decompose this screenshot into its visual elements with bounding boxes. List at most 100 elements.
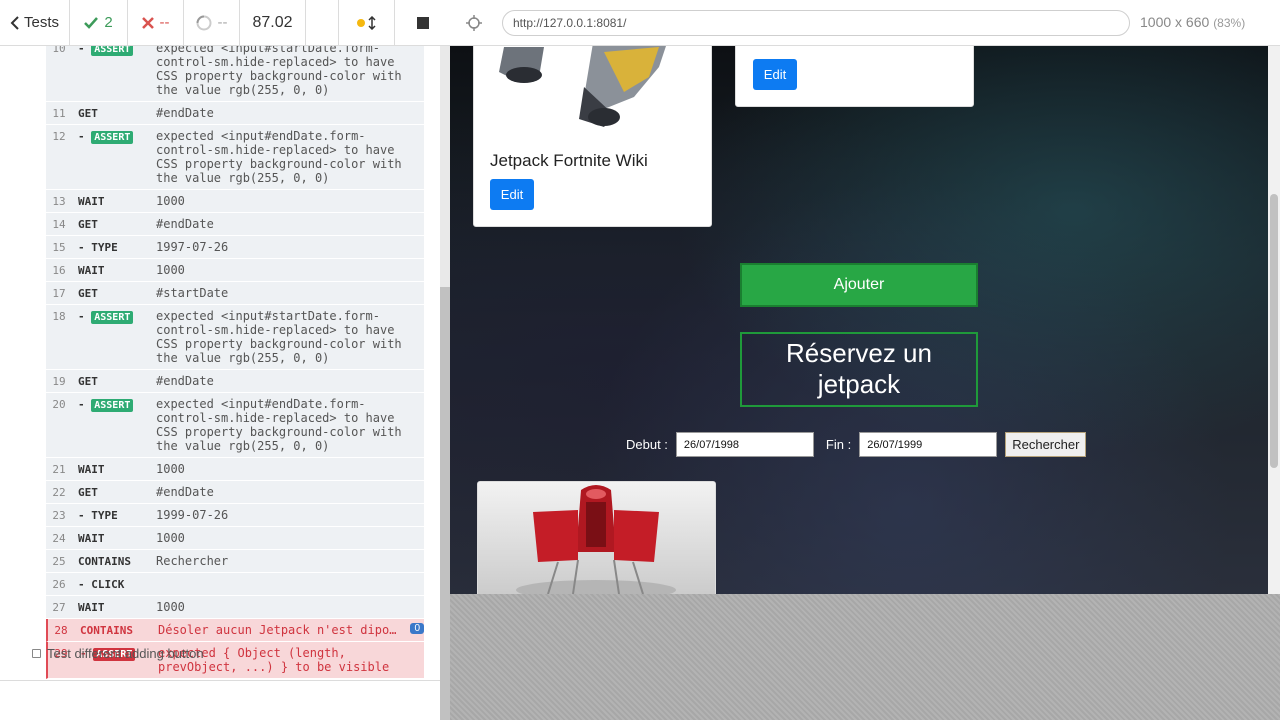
- command-number: 28: [54, 624, 68, 637]
- reporter-scrollbar-thumb[interactable]: [440, 287, 450, 720]
- assert-badge: ASSERT: [91, 46, 134, 56]
- passed-stat: 2: [70, 0, 128, 45]
- command-message: #startDate: [156, 286, 229, 300]
- start-date-input[interactable]: 26/07/1998: [675, 432, 814, 457]
- tests-back-button[interactable]: Tests: [0, 0, 70, 45]
- failed-stat: --: [128, 0, 184, 45]
- command-row[interactable]: 10- ASSERT expected <input#startDate.form…: [46, 46, 424, 102]
- reserve-heading: Réservez un jetpack: [740, 332, 978, 407]
- assert-badge: ASSERT: [91, 399, 134, 412]
- stop-button[interactable]: [394, 0, 450, 46]
- app-under-test: Jetpack Fortnite Wiki Edit Edit Ajouter …: [450, 46, 1280, 594]
- command-message: #endDate: [156, 106, 214, 120]
- command-number: 18: [52, 310, 66, 323]
- spinner-icon: [196, 15, 211, 30]
- child-dash: -: [78, 130, 92, 143]
- command-name: CONTAINS: [78, 555, 131, 568]
- test-item-test-different[interactable]: Test different adding button: [32, 646, 204, 661]
- command-row[interactable]: 24 WAIT 1000: [46, 527, 424, 550]
- command-name: GET: [78, 486, 98, 499]
- command-message: Désoler aucun Jetpack n'est dipo…: [158, 623, 397, 637]
- failed-count: --: [159, 14, 170, 31]
- command-row[interactable]: 27 WAIT 1000: [46, 596, 424, 619]
- command-message: expected <input#endDate.form-control-sm.…: [156, 397, 402, 453]
- command-row[interactable]: 22 GET #endDate: [46, 481, 424, 504]
- command-row[interactable]: 26 - CLICK: [46, 573, 424, 596]
- command-number: 13: [52, 195, 66, 208]
- command-number: 12: [52, 130, 66, 143]
- edit-button[interactable]: Edit: [753, 59, 797, 90]
- card-title: Jetpack Fortnite Wiki: [490, 151, 648, 170]
- command-name: GET: [78, 107, 98, 120]
- command-row[interactable]: 13 WAIT 1000: [46, 190, 424, 213]
- aut-scrollbar[interactable]: [1268, 46, 1280, 594]
- command-number: 14: [52, 218, 66, 231]
- stop-icon: [416, 16, 429, 29]
- command-row[interactable]: 20- ASSERT expected <input#endDate.form-c…: [46, 393, 424, 458]
- passed-count: 2: [104, 14, 113, 31]
- command-number: 15: [52, 241, 66, 254]
- auto-scroll-toggle[interactable]: [338, 0, 394, 46]
- command-message: Rechercher: [156, 554, 229, 568]
- jetpack-card: [477, 481, 716, 594]
- child-dash: -: [78, 310, 92, 323]
- child-dash: -: [78, 398, 92, 411]
- command-row[interactable]: 16 WAIT 1000: [46, 259, 424, 282]
- command-number: 10: [52, 46, 66, 55]
- command-number: 19: [52, 375, 66, 388]
- command-message: 1000: [156, 462, 185, 476]
- jetpack-image: [499, 46, 666, 127]
- aut-scrollbar-thumb[interactable]: [1270, 194, 1278, 468]
- command-number: 24: [52, 532, 66, 545]
- ajouter-button[interactable]: Ajouter: [740, 263, 978, 307]
- command-name: WAIT: [78, 264, 105, 277]
- command-name: GET: [78, 375, 98, 388]
- command-name: GET: [78, 218, 98, 231]
- reporter-header: Tests 2 -- -- 87.02: [0, 0, 450, 46]
- selector-playground-button[interactable]: [450, 0, 498, 46]
- command-message: #endDate: [156, 374, 214, 388]
- test-title: Test different adding button: [47, 646, 204, 661]
- fin-label: Fin :: [825, 437, 852, 452]
- url-bar[interactable]: http://127.0.0.1:8081/: [502, 10, 1130, 36]
- assert-badge: ASSERT: [91, 311, 134, 324]
- command-row[interactable]: 12- ASSERT expected <input#endDate.form-c…: [46, 125, 424, 190]
- pending-count: --: [217, 14, 228, 31]
- command-number: 11: [52, 107, 66, 120]
- command-row[interactable]: 11 GET #endDate: [46, 102, 424, 125]
- command-row[interactable]: 21 WAIT 1000: [46, 458, 424, 481]
- aut-header: http://127.0.0.1:8081/ 1000 x 660 (83%): [450, 0, 1280, 46]
- command-message: expected <input#startDate.form-control-s…: [156, 309, 402, 365]
- viewport-info: 1000 x 660 (83%): [1140, 14, 1245, 30]
- command-name: WAIT: [78, 532, 105, 545]
- edit-button[interactable]: Edit: [490, 179, 534, 210]
- command-name: GET: [78, 287, 98, 300]
- element-count-badge: 0: [410, 623, 424, 634]
- jetpack-card: Edit: [735, 46, 974, 107]
- command-row[interactable]: 19 GET #endDate: [46, 370, 424, 393]
- command-name: - ASSERT: [72, 129, 156, 144]
- command-number: 26: [52, 578, 66, 591]
- tests-label: Tests: [23, 14, 59, 31]
- command-number: 21: [52, 463, 66, 476]
- command-row[interactable]: 18- ASSERT expected <input#startDate.form…: [46, 305, 424, 370]
- assert-badge: ASSERT: [91, 131, 134, 144]
- chevron-left-icon: [10, 15, 19, 30]
- command-name: WAIT: [78, 601, 105, 614]
- command-message: #endDate: [156, 217, 214, 231]
- command-row[interactable]: 14 GET #endDate: [46, 213, 424, 236]
- command-row[interactable]: 28 CONTAINS Désoler aucun Jetpack n'est di…: [46, 619, 424, 642]
- command-number: 23: [52, 509, 66, 522]
- jetpack-card: Jetpack Fortnite Wiki Edit: [473, 46, 712, 227]
- rechercher-button[interactable]: Rechercher: [1005, 432, 1087, 457]
- reporter-controls: [306, 0, 450, 46]
- command-row[interactable]: 17 GET #startDate: [46, 282, 424, 305]
- debut-label: Debut :: [626, 437, 668, 452]
- cross-icon: [141, 16, 154, 29]
- command-row[interactable]: 23 - TYPE 1999-07-26: [46, 504, 424, 527]
- command-row[interactable]: 25 CONTAINS Rechercher: [46, 550, 424, 573]
- divider: [0, 680, 440, 681]
- command-row[interactable]: 15 - TYPE 1997-07-26: [46, 236, 424, 259]
- command-message: 1000: [156, 531, 185, 545]
- end-date-input[interactable]: 26/07/1999: [859, 432, 998, 457]
